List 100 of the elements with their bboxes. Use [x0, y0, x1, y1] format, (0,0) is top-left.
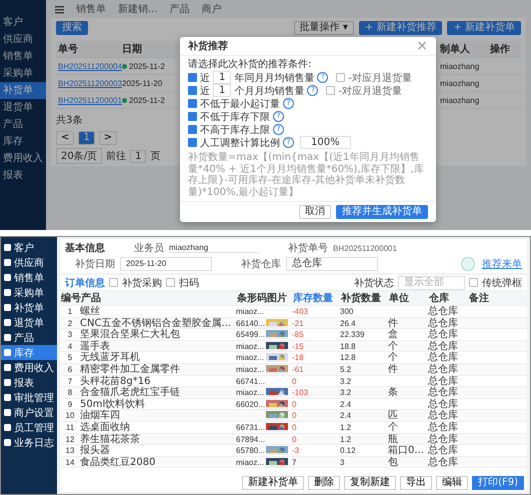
action-button[interactable]: 新建补货单	[242, 476, 304, 490]
sidebar-item[interactable]: 补货单	[0, 82, 46, 99]
table-cell: 2025-11-20	[122, 78, 162, 88]
sidebar-item[interactable]: 退货单	[1, 315, 57, 330]
checkbox-label: 传统弹框	[482, 276, 522, 290]
checkbox[interactable]	[188, 86, 197, 95]
tab[interactable]: 销售单	[76, 2, 106, 16]
new-button[interactable]: + 新建补货单	[447, 21, 521, 35]
sidebar-item[interactable]: 客户	[0, 14, 46, 31]
table-cell-text: 0	[292, 376, 298, 387]
column-header: 日期	[122, 42, 143, 56]
checkbox[interactable]	[469, 278, 478, 287]
checkbox[interactable]	[109, 278, 118, 287]
sidebar-item[interactable]: 采购单	[1, 285, 57, 300]
date-field[interactable]: 2025-11-20	[120, 257, 212, 271]
table-cell-text: 包	[388, 456, 399, 468]
table-cell-text: 3	[340, 456, 346, 468]
table-cell-text: 12	[64, 434, 76, 445]
page-size-select[interactable]: 20条/页	[56, 148, 102, 164]
table-cell: 66020...	[236, 398, 266, 410]
sidebar-item[interactable]: 产品	[1, 330, 57, 345]
table-cell-text: 0	[292, 434, 298, 445]
sidebar-item[interactable]: 费用收入	[0, 150, 46, 167]
action-button[interactable]: 打印(F9)	[472, 476, 524, 490]
prompt-text: 请选择此次补货的推荐条件:	[188, 59, 312, 71]
action-button[interactable]: 导出	[400, 476, 432, 490]
ratio-field[interactable]: 100%	[300, 136, 351, 149]
warehouse-field[interactable]: 总仓库	[286, 257, 378, 271]
table-cell-text: miaozhang	[440, 96, 480, 104]
page-button[interactable]: 1	[78, 131, 95, 145]
table-cell-text: 0.12	[340, 445, 357, 456]
tab[interactable]: 产品	[170, 2, 190, 16]
checkbox[interactable]	[166, 278, 175, 287]
table-cell-text: 件	[388, 364, 399, 375]
search-button[interactable]: 搜索	[56, 21, 88, 35]
order-link[interactable]: BH202511200003	[58, 78, 122, 88]
sidebar-item[interactable]: 客户	[1, 240, 57, 255]
table-cell: 66140...	[236, 318, 266, 329]
sidebar-item[interactable]: 补货单	[1, 300, 57, 315]
square-icon	[4, 244, 11, 251]
sidebar-item[interactable]: 采购单	[0, 65, 46, 82]
batch-dropdown[interactable]: 批量操作 ▾	[294, 21, 354, 35]
number-field[interactable]: 1	[213, 84, 232, 97]
condition-label: -对应月退货量	[338, 84, 402, 98]
sidebar-item[interactable]: 报表	[1, 375, 57, 390]
salesperson-field[interactable]: miaozhang	[169, 243, 259, 253]
table-cell-text: 总仓库	[428, 376, 459, 387]
number-field[interactable]: 1	[213, 71, 232, 84]
sidebar-item[interactable]: 审批管理	[1, 390, 57, 405]
sidebar-item[interactable]: 商户设置	[1, 405, 57, 420]
tab[interactable]: 商户	[202, 2, 222, 16]
sidebar-item[interactable]: 销售单	[1, 270, 57, 285]
menu-icon[interactable]	[55, 4, 64, 14]
checkbox[interactable]	[188, 73, 197, 82]
recommend-generate-button[interactable]: 推荐并生成补货单	[336, 205, 428, 219]
square-icon	[4, 259, 11, 266]
order-link[interactable]: BH202511200004	[58, 62, 122, 70]
sidebar-item[interactable]: 员工管理	[1, 420, 57, 435]
square-icon	[4, 394, 11, 401]
page-input[interactable]: 1	[130, 150, 146, 162]
action-button[interactable]: 复制新建	[344, 476, 396, 490]
order-link[interactable]: BH202511200001	[58, 96, 122, 104]
sidebar-item[interactable]: 库存	[1, 345, 57, 360]
next-button[interactable]: >	[98, 131, 118, 145]
sidebar-item[interactable]: 报表	[0, 167, 46, 184]
table-cell: 65499...	[236, 329, 266, 340]
checkbox[interactable]	[188, 99, 197, 108]
total-count: 共3条	[56, 114, 82, 127]
table-cell-text: 5.2	[340, 364, 352, 375]
column-header: 单号	[58, 42, 79, 56]
checkbox[interactable]	[188, 138, 197, 147]
table-cell-text: miaozhang	[440, 78, 480, 88]
table-cell-text: 个	[388, 422, 399, 433]
sidebar-item[interactable]: 产品	[0, 116, 46, 133]
sidebar-item[interactable]: 退货单	[0, 99, 46, 116]
table-cell-text: 0	[292, 422, 298, 433]
table-cell-text: 选桌面收纳	[80, 422, 131, 433]
sidebar-item[interactable]: 库存	[0, 133, 46, 150]
sidebar-item[interactable]: 供应商	[1, 255, 57, 270]
prev-button[interactable]: <	[56, 131, 74, 145]
tab[interactable]: 新建销...	[118, 2, 158, 16]
action-button[interactable]: 编辑	[436, 476, 468, 490]
checkbox[interactable]	[188, 112, 197, 121]
checkbox[interactable]	[326, 86, 336, 95]
table-cell-text: 遥手表	[80, 340, 110, 352]
checkbox[interactable]	[336, 73, 346, 82]
sidebar-item[interactable]: 供应商	[0, 31, 46, 48]
recommend-button[interactable]: + 新建补货推荐	[358, 21, 442, 35]
table-cell-text: 总仓库	[428, 318, 459, 329]
action-button[interactable]: 删除	[308, 476, 340, 490]
sidebar-item[interactable]: 费用收入	[1, 360, 57, 375]
sidebar-item[interactable]: 销售单	[0, 48, 46, 65]
condition-label: 年同月月均销售量	[234, 72, 314, 84]
sidebar-item[interactable]: 业务日志	[1, 435, 57, 450]
table-cell-text: 个	[388, 352, 399, 364]
checkbox[interactable]	[188, 125, 197, 134]
cancel-button[interactable]: 取消	[299, 205, 331, 219]
column-header: 仓库	[428, 292, 450, 306]
table-cell-text: 2	[66, 318, 74, 329]
recommend-link[interactable]: 推荐来单	[482, 257, 522, 271]
